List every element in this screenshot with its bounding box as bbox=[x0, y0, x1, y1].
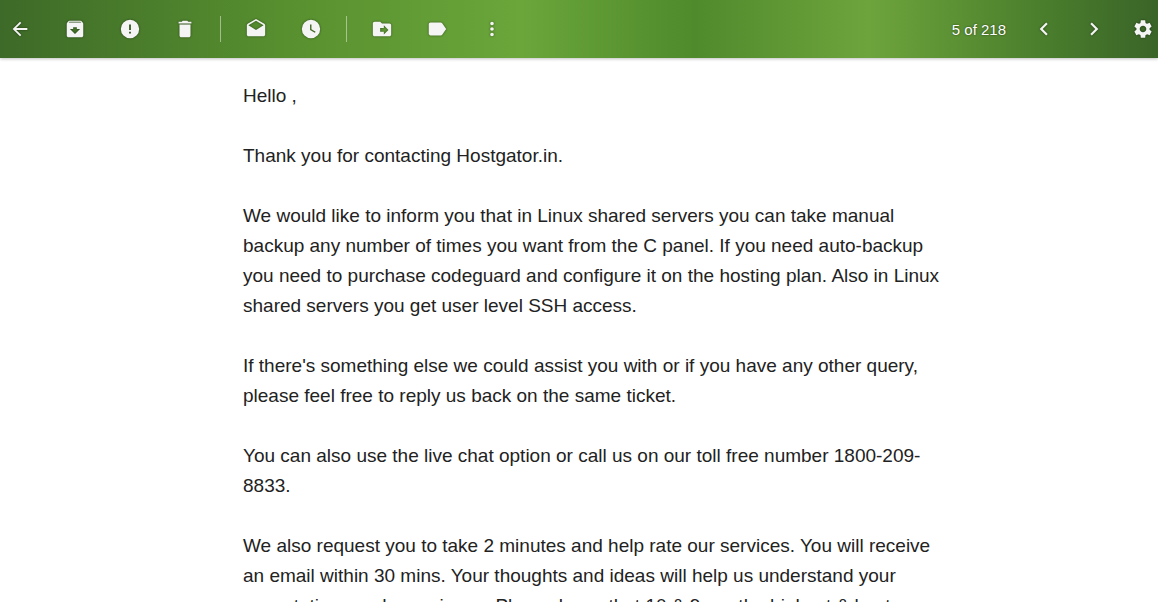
toolbar-button[interactable] bbox=[236, 9, 276, 49]
toolbar-button[interactable] bbox=[362, 9, 402, 49]
toolbar: 5 of 218 bbox=[0, 0, 1158, 58]
toolbar-button[interactable] bbox=[55, 9, 95, 49]
toolbar-button[interactable] bbox=[417, 9, 457, 49]
message-body: Hello , Thank you for contacting Hostgato… bbox=[0, 58, 1158, 602]
text-line: expectations and experience. Please know… bbox=[243, 591, 1158, 602]
toolbar-button[interactable] bbox=[291, 9, 331, 49]
text-line: shared servers you get user level SSH ac… bbox=[243, 291, 1158, 321]
chevron-left-icon bbox=[1031, 16, 1057, 42]
message-paragraph: We would like to inform you that in Linu… bbox=[243, 201, 1158, 321]
text-line: backup any number of times you want from… bbox=[243, 231, 1158, 261]
mark-unread-icon bbox=[245, 18, 267, 40]
text-line: Thank you for contacting Hostgator.in. bbox=[243, 141, 1158, 171]
chevron-right-icon bbox=[1081, 16, 1107, 42]
pagination: 5 of 218 bbox=[952, 9, 1158, 49]
text-line: You can also use the live chat option or… bbox=[243, 441, 1158, 471]
toolbar-button[interactable] bbox=[110, 9, 150, 49]
snooze-clock-icon bbox=[300, 18, 322, 40]
message-paragraph: You can also use the live chat option or… bbox=[243, 441, 1158, 501]
toolbar-button[interactable] bbox=[0, 9, 40, 49]
archive-icon bbox=[64, 18, 86, 40]
toolbar-separator bbox=[220, 16, 221, 42]
toolbar-separator bbox=[346, 16, 347, 42]
back-arrow-icon bbox=[9, 18, 31, 40]
text-line: We would like to inform you that in Linu… bbox=[243, 201, 1158, 231]
text-line: Hello , bbox=[243, 81, 1158, 111]
text-line: an email within 30 mins. Your thoughts a… bbox=[243, 561, 1158, 591]
older-button[interactable] bbox=[1074, 9, 1114, 49]
text-line: If there's something else we could assis… bbox=[243, 351, 1158, 381]
text-line: We also request you to take 2 minutes an… bbox=[243, 531, 1158, 561]
toolbar-actions bbox=[0, 9, 512, 49]
message-paragraph: If there's something else we could assis… bbox=[243, 351, 1158, 411]
delete-icon bbox=[174, 18, 196, 40]
email-view: 5 of 218 Hello , Thank you for contacting … bbox=[0, 0, 1158, 602]
report-spam-icon bbox=[119, 18, 141, 40]
newer-button[interactable] bbox=[1024, 9, 1064, 49]
label-icon bbox=[426, 18, 448, 40]
message-paragraph: We also request you to take 2 minutes an… bbox=[243, 531, 1158, 602]
settings-button[interactable] bbox=[1128, 9, 1158, 49]
more-vertical-icon bbox=[481, 18, 503, 40]
message-counter: 5 of 218 bbox=[952, 21, 1006, 38]
move-to-folder-icon bbox=[371, 18, 393, 40]
toolbar-button[interactable] bbox=[472, 9, 512, 49]
message-paragraph: Thank you for contacting Hostgator.in. bbox=[243, 141, 1158, 171]
text-line: 8833. bbox=[243, 471, 1158, 501]
text-line: you need to purchase codeguard and confi… bbox=[243, 261, 1158, 291]
message-paragraph: Hello , bbox=[243, 81, 1158, 111]
text-line: please feel free to reply us back on the… bbox=[243, 381, 1158, 411]
toolbar-button[interactable] bbox=[165, 9, 205, 49]
gear-icon bbox=[1132, 18, 1154, 40]
